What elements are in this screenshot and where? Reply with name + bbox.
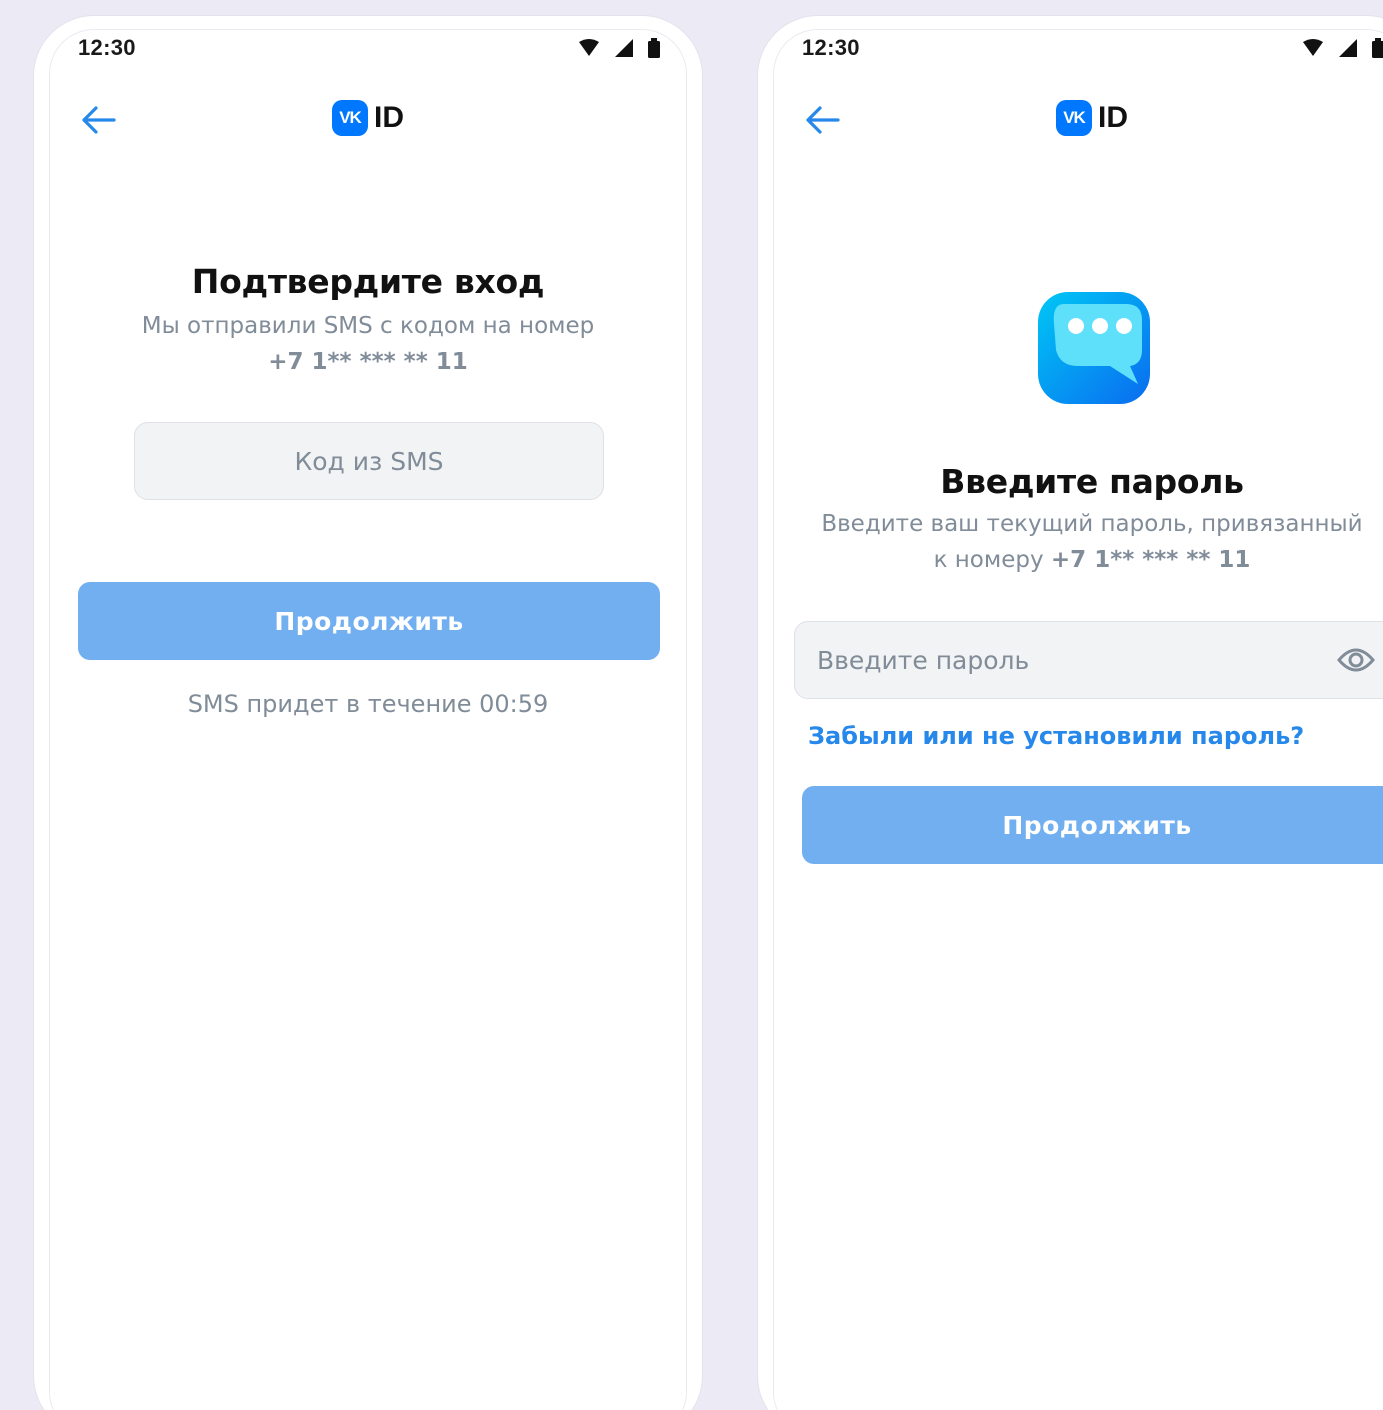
status-time: 12:30 [802, 35, 860, 60]
nav-bar: VK ID [50, 94, 686, 144]
logo-text: ID [374, 101, 404, 134]
phone-frame-password: 12:30 VK ID Введите пароль Введите ваш т… [758, 16, 1383, 1410]
stage: 12:30 VK ID Подтвердите вход Мы отправил… [0, 0, 1383, 1410]
nav-bar: VK ID [774, 94, 1383, 144]
battery-icon [1372, 38, 1383, 58]
page-title: Введите пароль [940, 462, 1244, 501]
phone-number-line: +7 1** *** ** 11 [50, 344, 686, 380]
wifi-icon [1303, 39, 1323, 56]
vk-id-logo: VK ID [1056, 100, 1128, 136]
vk-logo-badge: VK [332, 100, 368, 136]
password-input[interactable]: Введите пароль [794, 621, 1383, 699]
arrow-left-icon [806, 106, 840, 134]
back-button[interactable] [74, 98, 122, 142]
status-icons [1302, 38, 1383, 58]
password-placeholder: Введите пароль [817, 645, 1030, 675]
phone-number: +7 1** *** ** 11 [1050, 547, 1251, 573]
status-bar: 12:30 [774, 30, 1383, 70]
vk-id-logo: VK ID [332, 100, 404, 136]
subtitle-prefix: к номеру [933, 547, 1044, 573]
signal-icon [1339, 39, 1357, 57]
sms-code-placeholder: Код из SMS [294, 446, 444, 476]
page-title: Подтвердите вход [191, 262, 545, 301]
continue-button-label: Продолжить [1002, 810, 1192, 840]
subtitle: Введите ваш текущий пароль, привязанный [821, 511, 1363, 537]
status-icons [578, 38, 660, 58]
eye-icon[interactable] [1337, 646, 1375, 674]
arrow-left-icon [82, 106, 116, 134]
wifi-icon [579, 39, 599, 56]
subtitle: Мы отправили SMS с кодом на номер [141, 313, 595, 339]
sms-timer-text: SMS придет в течение 00:59 [187, 690, 549, 718]
signal-icon [615, 39, 633, 57]
continue-button[interactable]: Продолжить [78, 582, 660, 660]
logo-text: ID [1098, 101, 1128, 134]
phone-number: +7 1** *** ** 11 [268, 349, 468, 375]
password-screen: 12:30 VK ID Введите пароль Введите ваш т… [774, 30, 1383, 1410]
battery-icon [648, 38, 660, 58]
forgot-password-link[interactable]: Забыли или не установили пароль? [808, 722, 1304, 750]
sms-confirm-screen: 12:30 VK ID Подтвердите вход Мы отправил… [50, 30, 686, 1410]
continue-button[interactable]: Продолжить [802, 786, 1383, 864]
chat-bubble-icon [1038, 292, 1150, 404]
sms-code-input[interactable]: Код из SMS [134, 422, 604, 500]
status-bar: 12:30 [50, 30, 686, 70]
back-button[interactable] [798, 98, 846, 142]
phone-frame-sms: 12:30 VK ID Подтвердите вход Мы отправил… [34, 16, 702, 1410]
vk-logo-badge: VK [1056, 100, 1092, 136]
status-time: 12:30 [78, 35, 136, 60]
phone-number-line: к номеру +7 1** *** ** 11 [774, 542, 1383, 578]
